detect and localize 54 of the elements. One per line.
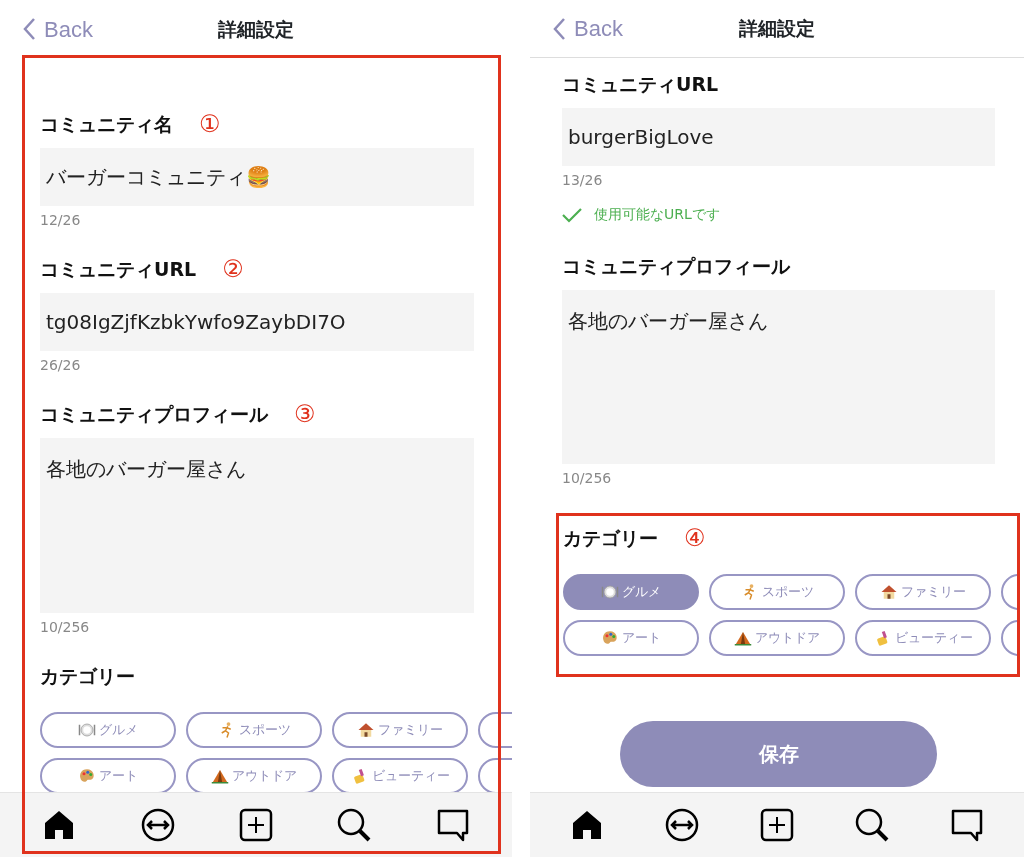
search-icon[interactable] xyxy=(853,807,890,843)
back-icon xyxy=(552,16,566,41)
category-chip[interactable]: ビューティー xyxy=(855,620,991,656)
back-button[interactable]: Back xyxy=(22,12,93,46)
swap-icon[interactable] xyxy=(664,807,701,843)
plate-icon xyxy=(78,721,96,739)
category-chip[interactable]: アート xyxy=(40,758,176,792)
category-chip[interactable]: スポーツ xyxy=(186,712,322,748)
annotation-number: ③ xyxy=(294,399,316,430)
annotation-number: ① xyxy=(199,109,221,140)
add-icon[interactable] xyxy=(759,807,795,843)
palette-icon xyxy=(601,629,619,647)
input-field[interactable]: tg08IgZjfKzbkYwfo9ZaybDI7O xyxy=(40,293,474,351)
annotation-number: ④ xyxy=(684,523,706,554)
palette-icon xyxy=(78,767,96,785)
char-counter: 26/26 xyxy=(40,357,81,373)
category-chip[interactable]: ファミリー xyxy=(332,712,468,748)
validation-message: 使用可能なURLです xyxy=(594,205,720,224)
back-icon xyxy=(22,17,36,41)
category-chip[interactable]: アウトドア xyxy=(186,758,322,792)
screen-title: 詳細設定 xyxy=(218,17,294,40)
swap-icon[interactable] xyxy=(139,807,176,843)
category-chip[interactable]: アウトドア xyxy=(709,620,845,656)
field-label: コミュニティ名 xyxy=(40,111,173,137)
check-icon xyxy=(562,206,582,223)
char-counter: 10/256 xyxy=(40,619,90,635)
category-chip[interactable]: グルメ xyxy=(563,574,699,610)
category-chip[interactable]: グルメ xyxy=(40,712,176,748)
category-chip[interactable]: ファミリー xyxy=(855,574,991,610)
screen-title: 詳細設定 xyxy=(739,17,815,40)
input-field[interactable]: burgerBigLove xyxy=(562,108,995,166)
add-icon[interactable] xyxy=(237,807,274,843)
category-chip[interactable]: ビューティー xyxy=(332,758,468,792)
plate-icon xyxy=(601,583,619,601)
back-button[interactable]: Back xyxy=(552,12,623,45)
category-chip[interactable]: アート xyxy=(563,620,699,656)
field-label: コミュニティURL xyxy=(40,256,197,282)
house-icon xyxy=(880,583,898,601)
char-counter: 13/26 xyxy=(562,172,603,188)
char-counter: 10/256 xyxy=(562,470,612,486)
field-label: コミュニティプロフィール xyxy=(40,401,268,427)
annotation-number: ② xyxy=(222,254,244,285)
input-field[interactable]: バーガーコミュニティ🍔 xyxy=(40,148,474,206)
profile-textarea[interactable]: 各地のバーガー屋さん xyxy=(562,290,995,464)
char-counter: 12/26 xyxy=(40,212,81,228)
field-label: コミュニティプロフィール xyxy=(562,253,790,279)
house-icon xyxy=(357,721,375,739)
category-chip[interactable]: スポーツ xyxy=(709,574,845,610)
search-icon[interactable] xyxy=(336,807,373,843)
field-label: カテゴリー xyxy=(40,663,135,689)
profile-textarea[interactable]: 各地のバーガー屋さん xyxy=(40,438,474,613)
field-label: コミュニティURL xyxy=(562,71,719,97)
field-label: カテゴリー xyxy=(563,525,658,551)
save-button[interactable]: 保存 xyxy=(620,721,937,787)
